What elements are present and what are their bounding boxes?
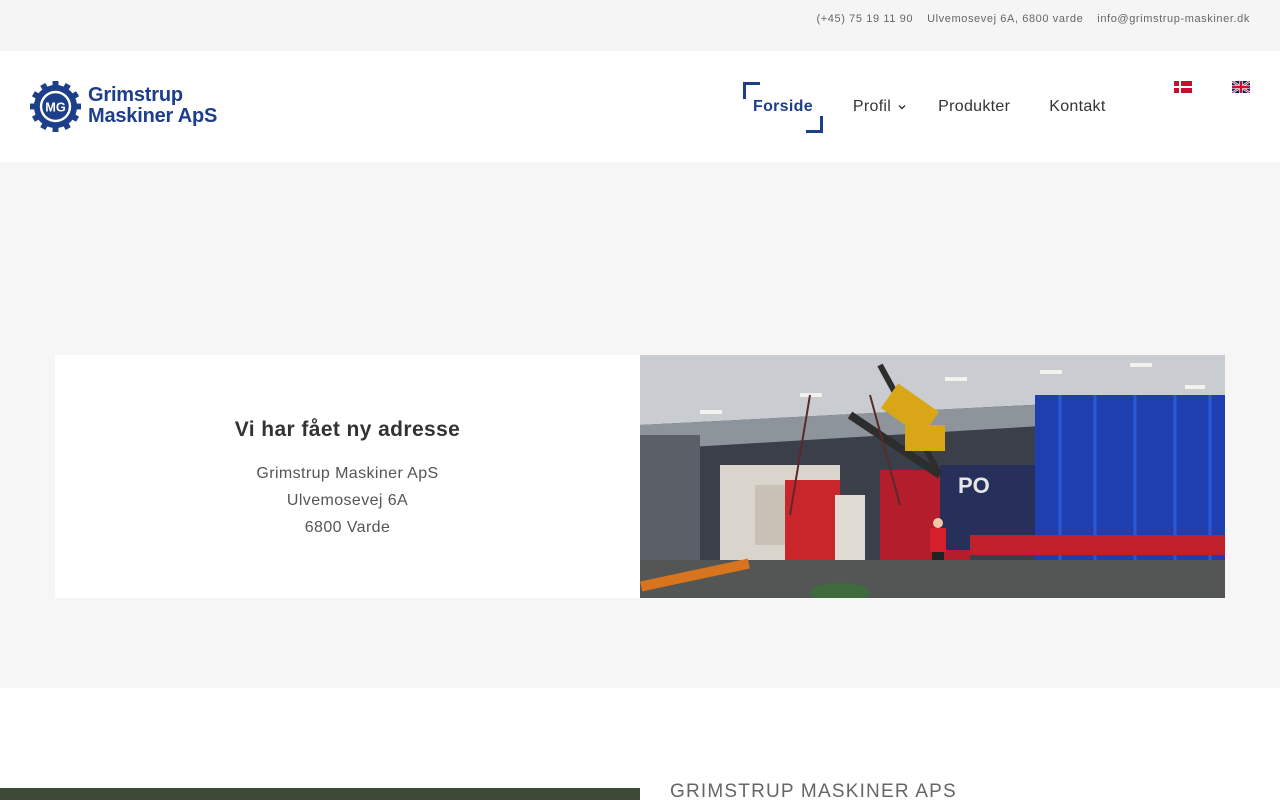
address-heading: Vi har fået ny adresse xyxy=(234,418,461,441)
english-flag-icon[interactable] xyxy=(1232,81,1250,93)
logo-mark-letters: MG xyxy=(45,99,66,114)
main-navigation: Forside Profil Produkter Kontakt xyxy=(743,81,1106,133)
phone-link[interactable]: (+45) 75 19 11 90 xyxy=(817,13,914,25)
nav-label-produkter: Produkter xyxy=(938,98,1011,115)
gear-logo-icon: MG xyxy=(30,80,81,132)
active-corner-top-left xyxy=(743,81,760,99)
nav-label-profil: Profil xyxy=(852,98,892,115)
nav-item-profil[interactable]: Profil xyxy=(853,98,907,116)
logo-line-1: Grimstrup xyxy=(88,84,183,106)
nav-item-forside[interactable]: Forside xyxy=(743,81,823,133)
danish-flag-icon[interactable] xyxy=(1174,81,1192,93)
workshop-photo-illustration: PO xyxy=(640,355,1225,598)
lower-section-photo xyxy=(0,788,640,800)
site-header: MG Grimstrup Maskiner ApS Forside Profil… xyxy=(0,51,1280,162)
logo-line-2: Maskiner ApS xyxy=(88,105,218,127)
chevron-down-icon xyxy=(898,105,906,110)
nav-item-kontakt[interactable]: Kontakt xyxy=(1049,98,1105,116)
section-title: GRIMSTRUP MASKINER APS xyxy=(670,781,957,800)
address-line-city: 6800 Varde xyxy=(304,519,391,536)
active-corner-bottom-right xyxy=(805,115,823,133)
address-card: Vi har fået ny adresse Grimstrup Maskine… xyxy=(55,355,640,598)
nav-label-forside: Forside xyxy=(753,98,813,115)
address-line-street: Ulvemosevej 6A xyxy=(286,492,409,509)
address-text: Ulvemosevej 6A, 6800 varde xyxy=(927,13,1084,25)
nav-item-produkter[interactable]: Produkter xyxy=(938,98,1010,116)
top-info-bar: (+45) 75 19 11 90 Ulvemosevej 6A, 6800 v… xyxy=(0,0,1280,51)
svg-text:PO: PO xyxy=(958,473,990,498)
address-line-company: Grimstrup Maskiner ApS xyxy=(256,465,439,482)
hero-section: Vi har fået ny adresse Grimstrup Maskine… xyxy=(0,162,1280,688)
nav-label-kontakt: Kontakt xyxy=(1049,98,1106,115)
workshop-crane-photo: PO xyxy=(640,355,1225,598)
address-lines: Grimstrup Maskiner ApS Ulvemosevej 6A 68… xyxy=(55,460,640,541)
logo-wordmark: Grimstrup Maskiner ApS xyxy=(88,85,217,127)
contact-info: (+45) 75 19 11 90 Ulvemosevej 6A, 6800 v… xyxy=(817,13,1250,25)
company-logo[interactable]: MG Grimstrup Maskiner ApS xyxy=(30,80,235,132)
email-link[interactable]: info@grimstrup-maskiner.dk xyxy=(1097,13,1250,25)
